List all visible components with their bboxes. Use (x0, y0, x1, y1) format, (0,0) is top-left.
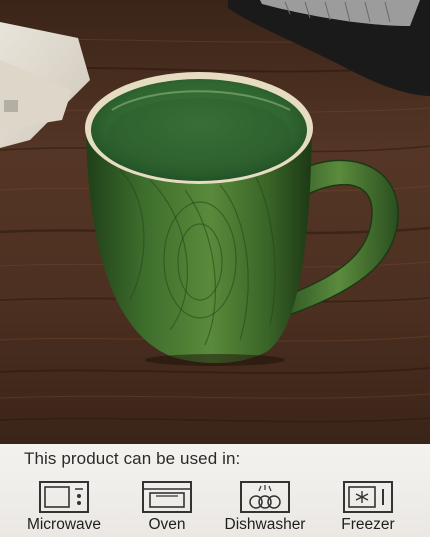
feature-label-freezer: Freezer (341, 516, 395, 533)
product-image: This product can be used in: Microwave O… (0, 0, 430, 537)
feature-freezer: Freezer (318, 481, 418, 537)
microwave-icon (39, 481, 89, 513)
oven-icon (142, 481, 192, 513)
freezer-icon (343, 481, 393, 513)
usage-title: This product can be used in: (24, 449, 241, 468)
feature-label-dishwasher: Dishwasher (224, 516, 306, 533)
dishwasher-icon (240, 481, 290, 513)
feature-label-oven: Oven (148, 516, 186, 533)
feature-label-microwave: Microwave (26, 516, 102, 533)
feature-oven: Oven (117, 481, 217, 537)
feature-microwave: Microwave (14, 481, 114, 537)
usage-panel: This product can be used in: Microwave O… (0, 444, 430, 537)
mug-photo (0, 0, 430, 444)
feature-dishwasher: Dishwasher (215, 481, 315, 537)
